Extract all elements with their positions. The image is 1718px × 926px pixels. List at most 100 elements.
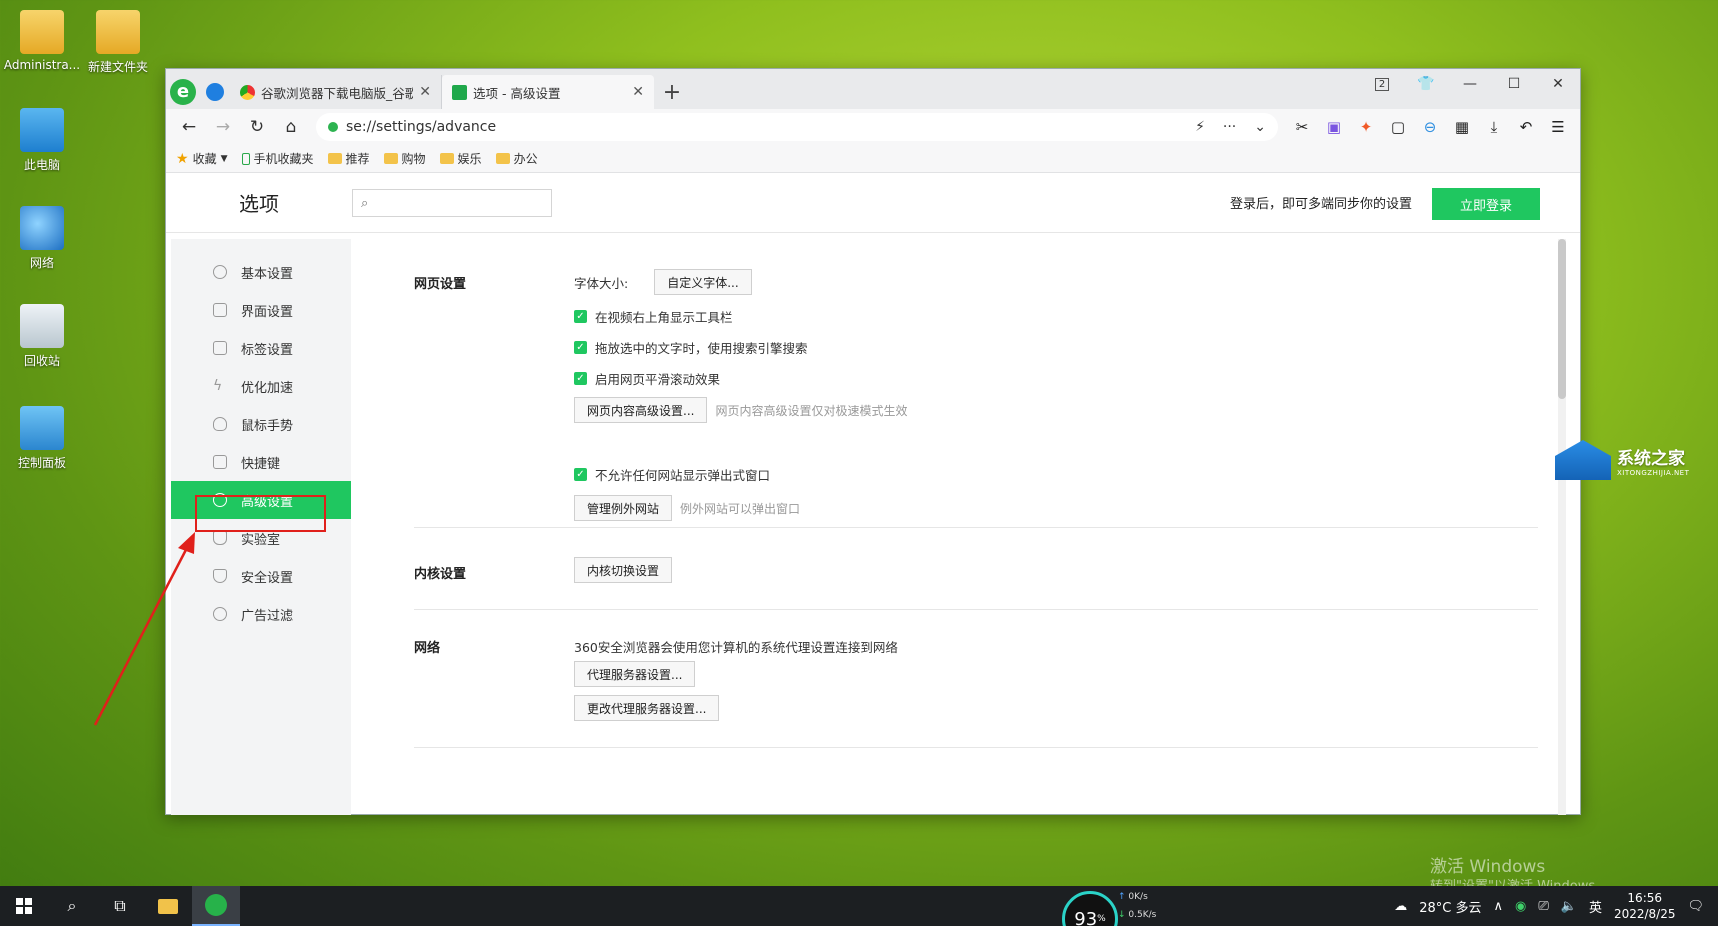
login-button[interactable]: 立即登录 (1432, 188, 1540, 220)
tab-settings[interactable]: 选项 - 高级设置 ✕ (442, 75, 654, 109)
network-tray-icon[interactable]: ⎚ (1538, 899, 1548, 914)
clock-date: 2022/8/25 (1613, 907, 1676, 921)
file-explorer-button[interactable] (144, 886, 192, 926)
minus-circle-icon[interactable]: ⊖ (1416, 113, 1444, 141)
skin-shirt-icon[interactable]: 👕 (1404, 69, 1448, 99)
sidebar-item-label: 界面设置 (241, 304, 294, 320)
chevron-up-icon[interactable]: ∧ (1493, 899, 1503, 914)
sidebar-item-optimize[interactable]: ϟ 优化加速 (171, 367, 351, 405)
option-block-popups[interactable]: ✓ 不允许任何网站显示弹出式窗口 (574, 465, 770, 484)
translate-icon[interactable]: ▣ (1320, 113, 1348, 141)
sidebar-item-shortcuts[interactable]: 快捷键 (171, 443, 351, 481)
tab-close-icon[interactable]: ✕ (419, 84, 431, 100)
game-controller-icon[interactable]: ✦ (1352, 113, 1380, 141)
tab-count: 2 (1374, 77, 1390, 91)
sidebar-item-basic[interactable]: 基本设置 (171, 253, 351, 291)
bookmark-folder-recommend[interactable]: 推荐 (327, 150, 370, 167)
settings-search-input[interactable]: ⌕ (352, 189, 552, 217)
notification-icon[interactable]: 🗨 (1687, 899, 1704, 914)
home-icon[interactable]: ⌂ (276, 113, 306, 141)
weather-text[interactable]: 28°C 多云 (1419, 897, 1481, 916)
more-dots-icon[interactable]: ··· (1223, 119, 1236, 135)
chevron-down-icon[interactable]: ⌄ (1254, 119, 1266, 135)
desktop-icon-control-panel[interactable]: 控制面板 (0, 406, 84, 471)
checkbox-checked-icon[interactable]: ✓ (574, 468, 587, 481)
tab-chrome-download[interactable]: 谷歌浏览器下载电脑版_谷歌浏 ✕ (230, 75, 442, 109)
search-icon[interactable]: ⌕ (48, 886, 96, 926)
bookmark-label: 娱乐 (457, 152, 482, 166)
scissors-icon[interactable]: ✂ (1288, 113, 1316, 141)
address-actions: ⚡ ··· ⌄ (1195, 119, 1266, 135)
scrollbar-thumb[interactable] (1558, 239, 1566, 399)
bookmark-folder-entertainment[interactable]: 娱乐 (439, 150, 482, 167)
reload-icon[interactable]: ↻ (242, 113, 272, 141)
tab-close-icon[interactable]: ✕ (632, 84, 644, 100)
browser-taskbar-button[interactable] (192, 886, 240, 926)
lightning-icon[interactable]: ⚡ (1195, 119, 1205, 135)
ime-indicator[interactable]: 英 (1589, 897, 1602, 916)
advanced-note: 网页内容高级设置仅对极速模式生效 (715, 403, 908, 418)
menu-icon[interactable]: ☰ (1544, 113, 1572, 141)
checkbox-checked-icon[interactable]: ✓ (574, 372, 587, 385)
browser-tray-icon[interactable]: ◉ (1515, 899, 1526, 914)
back-arrow-icon[interactable]: ← (174, 113, 204, 141)
task-view-icon[interactable]: ⧉ (96, 886, 144, 926)
network-speed: ↑ 0K/s ↓ 0.5K/s (1118, 888, 1156, 924)
sidebar-item-label: 标签设置 (241, 342, 294, 358)
window-controls: 2 👕 — ☐ ✕ (1360, 69, 1580, 99)
clock[interactable]: 16:56 2022/8/25 (1614, 890, 1676, 922)
pinned-tab[interactable] (200, 75, 230, 109)
sidebar-item-interface[interactable]: 界面设置 (171, 291, 351, 329)
bookmark-mobile[interactable]: 手机收藏夹 (241, 150, 314, 167)
download-icon[interactable]: ⤓ (1480, 113, 1508, 141)
advanced-content-button[interactable]: 网页内容高级设置... (574, 397, 708, 423)
desktop-icon-recycle-bin[interactable]: 回收站 (0, 304, 84, 369)
wrench-icon (213, 493, 227, 507)
annotation-arrow (93, 532, 195, 726)
bookmark-favorites[interactable]: ★ 收藏 ▼ (176, 150, 228, 167)
sidebar-item-tabs[interactable]: 标签设置 (171, 329, 351, 367)
desktop-icon-this-pc[interactable]: 此电脑 (0, 108, 84, 173)
settings-content: 网页设置 字体大小: 自定义字体... ✓ 在视频右上角显示工具栏 ✓ 拖放选中… (351, 239, 1568, 815)
apps-grid-icon[interactable]: ▦ (1448, 113, 1476, 141)
proxy-settings-button[interactable]: 代理服务器设置... (574, 661, 696, 687)
option-video-toolbar[interactable]: ✓ 在视频右上角显示工具栏 (574, 307, 733, 326)
volume-icon[interactable]: 🔈 (1561, 899, 1577, 914)
browser-logo[interactable]: e (166, 75, 200, 109)
section-label: 网络 (414, 641, 441, 656)
manage-exceptions-button[interactable]: 管理例外网站 (574, 495, 673, 521)
option-drag-search[interactable]: ✓ 拖放选中的文字时，使用搜索引擎搜索 (574, 338, 808, 357)
change-proxy-button[interactable]: 更改代理服务器设置... (574, 695, 720, 721)
bookmark-folder-office[interactable]: 办公 (495, 150, 538, 167)
address-bar[interactable]: se://settings/advance ⚡ ··· ⌄ (316, 113, 1278, 141)
sidebar-item-mouse-gesture[interactable]: 鼠标手势 (171, 405, 351, 443)
close-window-button[interactable]: ✕ (1536, 69, 1580, 99)
sidebar-item-advanced[interactable]: 高级设置 (171, 481, 351, 519)
minimize-button[interactable]: — (1448, 69, 1492, 99)
checkbox-checked-icon[interactable]: ✓ (574, 310, 587, 323)
bookmark-folder-shopping[interactable]: 购物 (383, 150, 426, 167)
desktop-icon-network[interactable]: 网络 (0, 206, 84, 271)
content-scrollbar[interactable] (1558, 239, 1566, 815)
bookmark-label: 办公 (513, 152, 538, 166)
custom-font-button[interactable]: 自定义字体... (654, 269, 752, 295)
desktop-icon-admin[interactable]: Administra... (0, 10, 84, 72)
kernel-switch-button[interactable]: 内核切换设置 (574, 557, 673, 583)
checkbox-checked-icon[interactable]: ✓ (574, 341, 587, 354)
block-icon (213, 607, 227, 621)
folder-icon (327, 153, 342, 164)
screenshot-icon[interactable]: ▢ (1384, 113, 1412, 141)
maximize-button[interactable]: ☐ (1492, 69, 1536, 99)
option-smooth-scroll[interactable]: ✓ 启用网页平滑滚动效果 (574, 369, 720, 388)
new-tab-button[interactable]: + (654, 75, 690, 109)
forward-arrow-icon[interactable]: → (208, 113, 238, 141)
start-button[interactable] (0, 886, 48, 926)
desktop-icon-new-folder[interactable]: 新建文件夹 (76, 10, 160, 75)
folder-icon (439, 153, 454, 164)
network-desc-row: 360安全浏览器会使用您计算机的系统代理设置连接到网络 (574, 637, 898, 656)
weather-cloud-icon[interactable]: ☁ (1394, 899, 1407, 914)
undo-icon[interactable]: ↶ (1512, 113, 1540, 141)
tab-count-icon[interactable]: 2 (1360, 69, 1404, 99)
performance-gauge[interactable]: 93% (1062, 891, 1118, 926)
chrome-favicon-icon (240, 84, 255, 100)
